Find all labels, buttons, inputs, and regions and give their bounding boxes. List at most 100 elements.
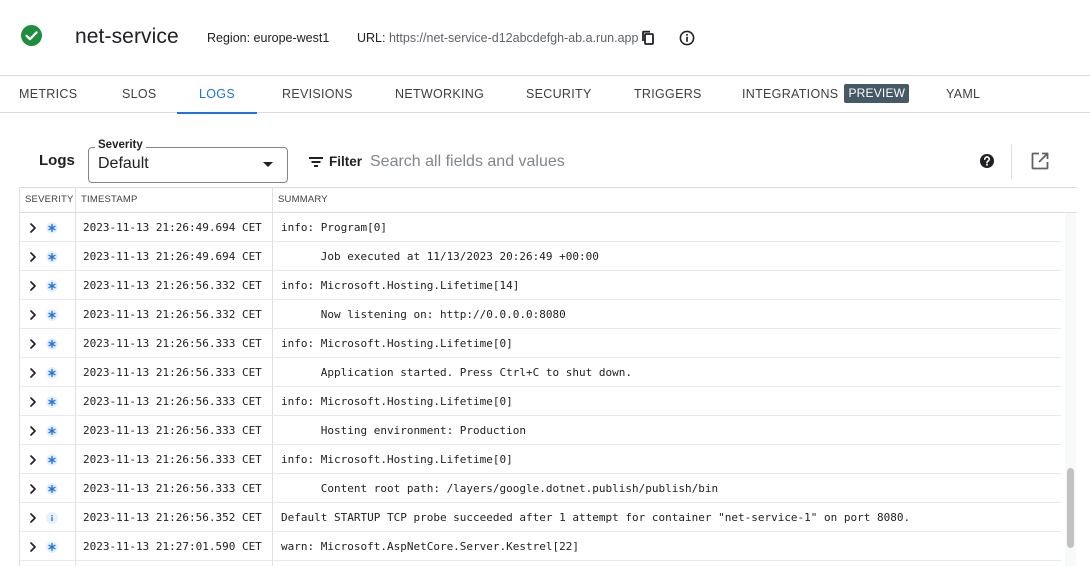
row-timestamp: 2023-11-13 21:26:56.333 CET <box>83 337 262 350</box>
severity-default-icon <box>46 367 58 379</box>
column-header-timestamp[interactable]: TIMESTAMP <box>81 188 138 213</box>
tab-label: YAML <box>946 87 981 101</box>
tab-networking[interactable]: NETWORKING <box>395 76 484 113</box>
url-link[interactable]: https://net-service-d12abcdefgh-ab.a.run… <box>389 31 638 45</box>
scrollbar-thumb[interactable] <box>1067 468 1074 548</box>
row-summary: info: Microsoft.Hosting.Lifetime[14] <box>281 279 520 292</box>
tab-yaml[interactable]: YAML <box>946 76 980 113</box>
row-summary: Hosting environment: Production <box>281 424 527 437</box>
row-summary: info: Microsoft.Hosting.Lifetime[0] <box>281 453 513 466</box>
column-header-severity[interactable]: SEVERITY <box>25 188 74 213</box>
row-timestamp: 2023-11-13 21:26:56.332 CET <box>83 308 262 321</box>
logs-title: Logs <box>39 152 75 169</box>
tab-label: SLOS <box>122 87 157 101</box>
service-url: URL: https://net-service-d12abcdefgh-ab.… <box>357 31 638 45</box>
table-row[interactable]: 2023-11-13 21:26:56.332 CET Now listenin… <box>20 300 1061 329</box>
table-row[interactable]: 2023-11-13 21:27:01.590 CET warn: Microso… <box>20 532 1061 561</box>
chevron-right-icon[interactable] <box>28 453 38 465</box>
help-icon[interactable] <box>979 153 995 169</box>
tab-metrics[interactable]: METRICS <box>19 76 77 113</box>
caret-down-icon <box>263 162 273 167</box>
log-rows: 2023-11-13 21:26:49.694 CET info: Program… <box>20 213 1061 561</box>
table-row[interactable]: 2023-11-13 21:26:56.332 CET info: Microso… <box>20 271 1061 300</box>
severity-select-label: Severity <box>95 139 146 151</box>
tab-security[interactable]: SECURITY <box>526 76 592 113</box>
tab-label: METRICS <box>19 87 78 101</box>
chevron-right-icon[interactable] <box>28 511 38 523</box>
severity-default-icon <box>46 425 58 437</box>
row-timestamp: 2023-11-13 21:26:56.352 CET <box>83 511 262 524</box>
row-summary: info: Microsoft.Hosting.Lifetime[0] <box>281 337 513 350</box>
table-row[interactable]: 2023-11-13 21:26:56.333 CET Hosting envi… <box>20 416 1061 445</box>
table-header: SEVERITY TIMESTAMP SUMMARY <box>20 187 1077 213</box>
row-timestamp: 2023-11-13 21:26:49.694 CET <box>83 221 262 234</box>
row-timestamp: 2023-11-13 21:26:56.333 CET <box>83 395 262 408</box>
row-timestamp: 2023-11-13 21:26:56.333 CET <box>83 453 262 466</box>
log-table: SEVERITY TIMESTAMP SUMMARY 2023-11-13 21… <box>19 187 1077 566</box>
tab-integrations[interactable]: INTEGRATIONS PREVIEW <box>742 76 910 113</box>
chevron-right-icon[interactable] <box>28 308 38 320</box>
tab-label: TRIGGERS <box>634 87 702 101</box>
row-timestamp: 2023-11-13 21:26:56.333 CET <box>83 424 262 437</box>
filter-icon[interactable] <box>308 155 324 169</box>
chevron-right-icon[interactable] <box>28 250 38 262</box>
chevron-right-icon[interactable] <box>28 424 38 436</box>
table-row[interactable]: 2023-11-13 21:26:56.333 CET info: Microso… <box>20 445 1061 474</box>
chevron-right-icon[interactable] <box>28 279 38 291</box>
row-summary: Application started. Press Ctrl+C to shu… <box>281 366 632 379</box>
tab-label: SECURITY <box>526 87 592 101</box>
open-in-new-icon[interactable] <box>1030 151 1050 171</box>
tab-slos[interactable]: SLOS <box>122 76 157 113</box>
row-summary: warn: Microsoft.AspNetCore.Server.Kestre… <box>281 540 580 553</box>
row-summary: Content root path: /layers/google.dotnet… <box>281 482 719 495</box>
preview-badge: PREVIEW <box>844 84 910 103</box>
service-region: Region: europe-west1 <box>207 31 330 45</box>
severity-default-icon <box>46 251 58 263</box>
severity-info-icon <box>46 512 58 524</box>
tab-label: REVISIONS <box>282 87 353 101</box>
row-summary: info: Program[0] <box>281 221 387 234</box>
severity-select-value: Default <box>98 155 149 172</box>
filter-button[interactable]: Filter <box>329 154 362 169</box>
tab-triggers[interactable]: TRIGGERS <box>634 76 702 113</box>
service-name: net-service <box>75 25 179 48</box>
chevron-right-icon[interactable] <box>28 482 38 494</box>
table-row[interactable]: 2023-11-13 21:26:56.333 CET Application … <box>20 358 1061 387</box>
column-header-summary[interactable]: SUMMARY <box>278 188 328 213</box>
row-summary: Now listening on: http://0.0.0.0:8080 <box>281 308 566 321</box>
severity-default-icon <box>46 309 58 321</box>
info-icon[interactable] <box>678 29 696 47</box>
severity-default-icon <box>46 396 58 408</box>
tab-bar: METRICS SLOS LOGS REVISIONS NETWORKING S… <box>0 75 1090 114</box>
row-summary: Default STARTUP TCP probe succeeded afte… <box>281 511 911 524</box>
chevron-right-icon[interactable] <box>28 395 38 407</box>
tab-label: INTEGRATIONS <box>742 87 839 101</box>
tab-logs[interactable]: LOGS <box>177 76 257 114</box>
table-row[interactable]: 2023-11-13 21:26:49.694 CET info: Program… <box>20 213 1061 242</box>
row-summary: Job executed at 11/13/2023 20:26:49 +00:… <box>281 250 599 263</box>
copy-url-icon[interactable] <box>639 29 657 47</box>
severity-default-icon <box>46 454 58 466</box>
severity-default-icon <box>46 483 58 495</box>
chevron-right-icon[interactable] <box>28 540 38 552</box>
table-row[interactable]: 2023-11-13 21:26:56.333 CET info: Microso… <box>20 329 1061 358</box>
table-row[interactable]: 2023-11-13 21:26:56.333 CET Content root… <box>20 474 1061 503</box>
row-timestamp: 2023-11-13 21:26:49.694 CET <box>83 250 262 263</box>
toolbar-divider <box>1011 145 1012 179</box>
table-row[interactable]: 2023-11-13 21:26:56.333 CET info: Microso… <box>20 387 1061 416</box>
chevron-right-icon[interactable] <box>28 337 38 349</box>
chevron-right-icon[interactable] <box>28 366 38 378</box>
tab-label: LOGS <box>199 87 235 101</box>
tab-revisions[interactable]: REVISIONS <box>282 76 353 113</box>
severity-default-icon <box>46 338 58 350</box>
chevron-right-icon[interactable] <box>28 221 38 233</box>
severity-default-icon <box>46 541 58 553</box>
search-input[interactable] <box>370 150 930 174</box>
severity-default-icon <box>46 280 58 292</box>
row-summary: info: Microsoft.Hosting.Lifetime[0] <box>281 395 513 408</box>
row-timestamp: 2023-11-13 21:27:01.590 CET <box>83 540 262 553</box>
table-row[interactable]: 2023-11-13 21:26:56.352 CET Default START… <box>20 503 1061 532</box>
check-circle-icon <box>21 25 42 46</box>
url-label: URL: <box>357 31 386 45</box>
table-row[interactable]: 2023-11-13 21:26:49.694 CET Job executed… <box>20 242 1061 271</box>
